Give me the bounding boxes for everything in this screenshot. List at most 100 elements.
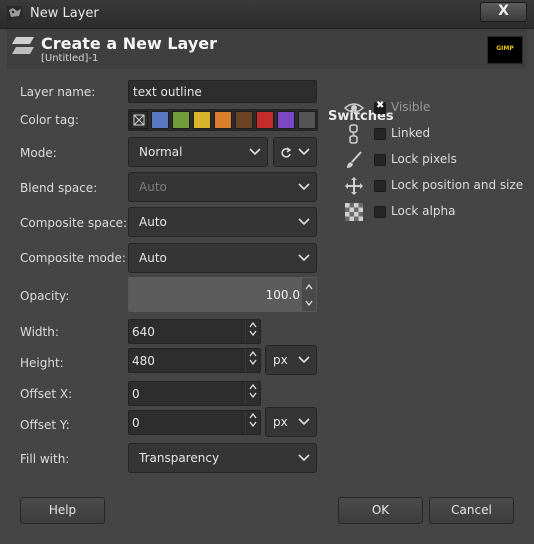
composite-mode-select[interactable]: Auto bbox=[128, 243, 317, 273]
composite-mode-label: Composite mode: bbox=[20, 251, 126, 265]
layer-name-label: Layer name: bbox=[20, 85, 96, 99]
arrow-down-icon bbox=[249, 421, 257, 427]
image-thumbnail: GIMP bbox=[487, 36, 523, 64]
offset-y-label: Offset Y: bbox=[20, 418, 70, 432]
close-button[interactable]: X bbox=[480, 2, 527, 22]
arrow-up-icon bbox=[249, 351, 257, 357]
chevron-down-icon bbox=[298, 418, 310, 426]
blend-space-label: Blend space: bbox=[20, 181, 98, 195]
offset-unit-select[interactable]: px bbox=[265, 407, 317, 437]
arrow-up-icon bbox=[305, 284, 313, 290]
layers-icon bbox=[12, 37, 34, 54]
dialog-content: Create a New Layer [Untitled]-1 GIMP Lay… bbox=[7, 29, 527, 537]
layer-name-input[interactable] bbox=[128, 80, 317, 103]
composite-space-value: Auto bbox=[139, 215, 167, 229]
composite-space-label: Composite space: bbox=[20, 216, 128, 230]
opacity-value: 100.0 bbox=[265, 288, 300, 302]
height-spinbutton[interactable]: 480 bbox=[128, 348, 261, 373]
color-tag-none[interactable] bbox=[130, 111, 148, 129]
linked-label: Linked bbox=[391, 126, 431, 140]
chevron-down-icon bbox=[298, 356, 310, 364]
blend-space-select[interactable]: Auto bbox=[128, 172, 317, 202]
paintbrush-icon bbox=[347, 151, 362, 168]
arrow-down-icon bbox=[305, 300, 313, 306]
composite-space-select[interactable]: Auto bbox=[128, 207, 317, 237]
fill-value: Transparency bbox=[139, 451, 220, 465]
new-layer-dialog: New Layer X Create a New Layer [Untitled… bbox=[0, 0, 534, 544]
width-spinbutton[interactable]: 640 bbox=[128, 319, 261, 344]
offset-x-value: 0 bbox=[132, 386, 140, 401]
arrow-up-icon bbox=[249, 322, 257, 328]
composite-mode-value: Auto bbox=[139, 251, 167, 265]
title-bar: New Layer X bbox=[0, 0, 534, 29]
thumbnail-text: GIMP bbox=[496, 45, 514, 52]
size-unit-select[interactable]: px bbox=[265, 345, 317, 375]
eye-icon bbox=[344, 103, 364, 113]
opacity-label: Opacity: bbox=[20, 289, 70, 303]
offset-y-spin-arrows[interactable] bbox=[245, 411, 260, 434]
mode-group-select[interactable] bbox=[273, 137, 317, 167]
window-title: New Layer bbox=[30, 6, 99, 21]
width-spin-arrows[interactable] bbox=[245, 320, 260, 343]
color-tag-yellow[interactable] bbox=[193, 111, 211, 129]
size-unit-value: px bbox=[273, 353, 288, 367]
arrow-up-icon bbox=[249, 413, 257, 419]
height-label: Height: bbox=[20, 356, 64, 370]
opacity-slider[interactable]: 100.0 bbox=[128, 277, 317, 312]
lock-pixels-checkbox[interactable] bbox=[374, 154, 386, 166]
offset-x-spinbutton[interactable]: 0 bbox=[128, 381, 261, 406]
dialog-heading: Create a New Layer bbox=[41, 34, 217, 53]
color-tag-red[interactable] bbox=[256, 111, 274, 129]
ok-button[interactable]: OK bbox=[338, 497, 423, 524]
arrow-down-icon bbox=[249, 330, 257, 336]
dialog-header: Create a New Layer [Untitled]-1 GIMP bbox=[7, 29, 527, 69]
chevron-down-icon bbox=[298, 148, 310, 156]
chevron-down-icon bbox=[298, 254, 310, 262]
chevron-down-icon bbox=[298, 454, 310, 462]
offset-y-spinbutton[interactable]: 0 bbox=[128, 410, 261, 435]
chevron-down-icon bbox=[298, 183, 310, 191]
mode-label: Mode: bbox=[20, 146, 57, 160]
opacity-spin-arrows[interactable] bbox=[302, 278, 316, 311]
color-tag-violet[interactable] bbox=[277, 111, 295, 129]
color-tag-brown[interactable] bbox=[235, 111, 253, 129]
offset-unit-value: px bbox=[273, 415, 288, 429]
lock-position-label: Lock position and size bbox=[391, 178, 524, 192]
lock-alpha-checkbox[interactable] bbox=[374, 206, 386, 218]
cancel-button[interactable]: Cancel bbox=[429, 497, 514, 524]
linked-checkbox[interactable] bbox=[374, 128, 386, 140]
color-tag-orange[interactable] bbox=[214, 111, 232, 129]
color-tag-gray[interactable] bbox=[298, 111, 316, 129]
height-spin-arrows[interactable] bbox=[245, 349, 260, 372]
lock-pixels-label: Lock pixels bbox=[391, 152, 457, 166]
chevron-down-icon bbox=[249, 148, 261, 156]
reset-icon bbox=[281, 147, 292, 158]
width-value: 640 bbox=[132, 324, 155, 339]
lock-position-checkbox[interactable] bbox=[374, 180, 386, 192]
checkerboard-icon bbox=[345, 203, 363, 221]
chevron-down-icon bbox=[298, 218, 310, 226]
width-label: Width: bbox=[20, 325, 59, 339]
move-arrows-icon bbox=[345, 177, 363, 195]
color-tag-label: Color tag: bbox=[20, 113, 79, 127]
mode-value: Normal bbox=[139, 145, 183, 159]
help-button[interactable]: Help bbox=[20, 497, 105, 524]
color-tag-green[interactable] bbox=[172, 111, 190, 129]
mode-select[interactable]: Normal bbox=[128, 137, 268, 167]
arrow-down-icon bbox=[249, 392, 257, 398]
fill-select[interactable]: Transparency bbox=[128, 443, 317, 473]
fill-label: Fill with: bbox=[20, 452, 70, 466]
arrow-up-icon bbox=[249, 384, 257, 390]
visible-label: Visible bbox=[391, 100, 431, 114]
image-name: [Untitled]-1 bbox=[41, 53, 99, 64]
lock-alpha-label: Lock alpha bbox=[391, 204, 456, 218]
color-tag-blue[interactable] bbox=[151, 111, 169, 129]
chain-link-icon bbox=[349, 124, 358, 144]
visible-checkbox[interactable] bbox=[374, 100, 386, 114]
offset-x-label: Offset X: bbox=[20, 387, 73, 401]
height-value: 480 bbox=[132, 353, 155, 368]
no-color-icon bbox=[133, 114, 145, 126]
offset-x-spin-arrows[interactable] bbox=[245, 382, 260, 405]
blend-space-value: Auto bbox=[139, 180, 167, 194]
offset-y-value: 0 bbox=[132, 415, 140, 430]
